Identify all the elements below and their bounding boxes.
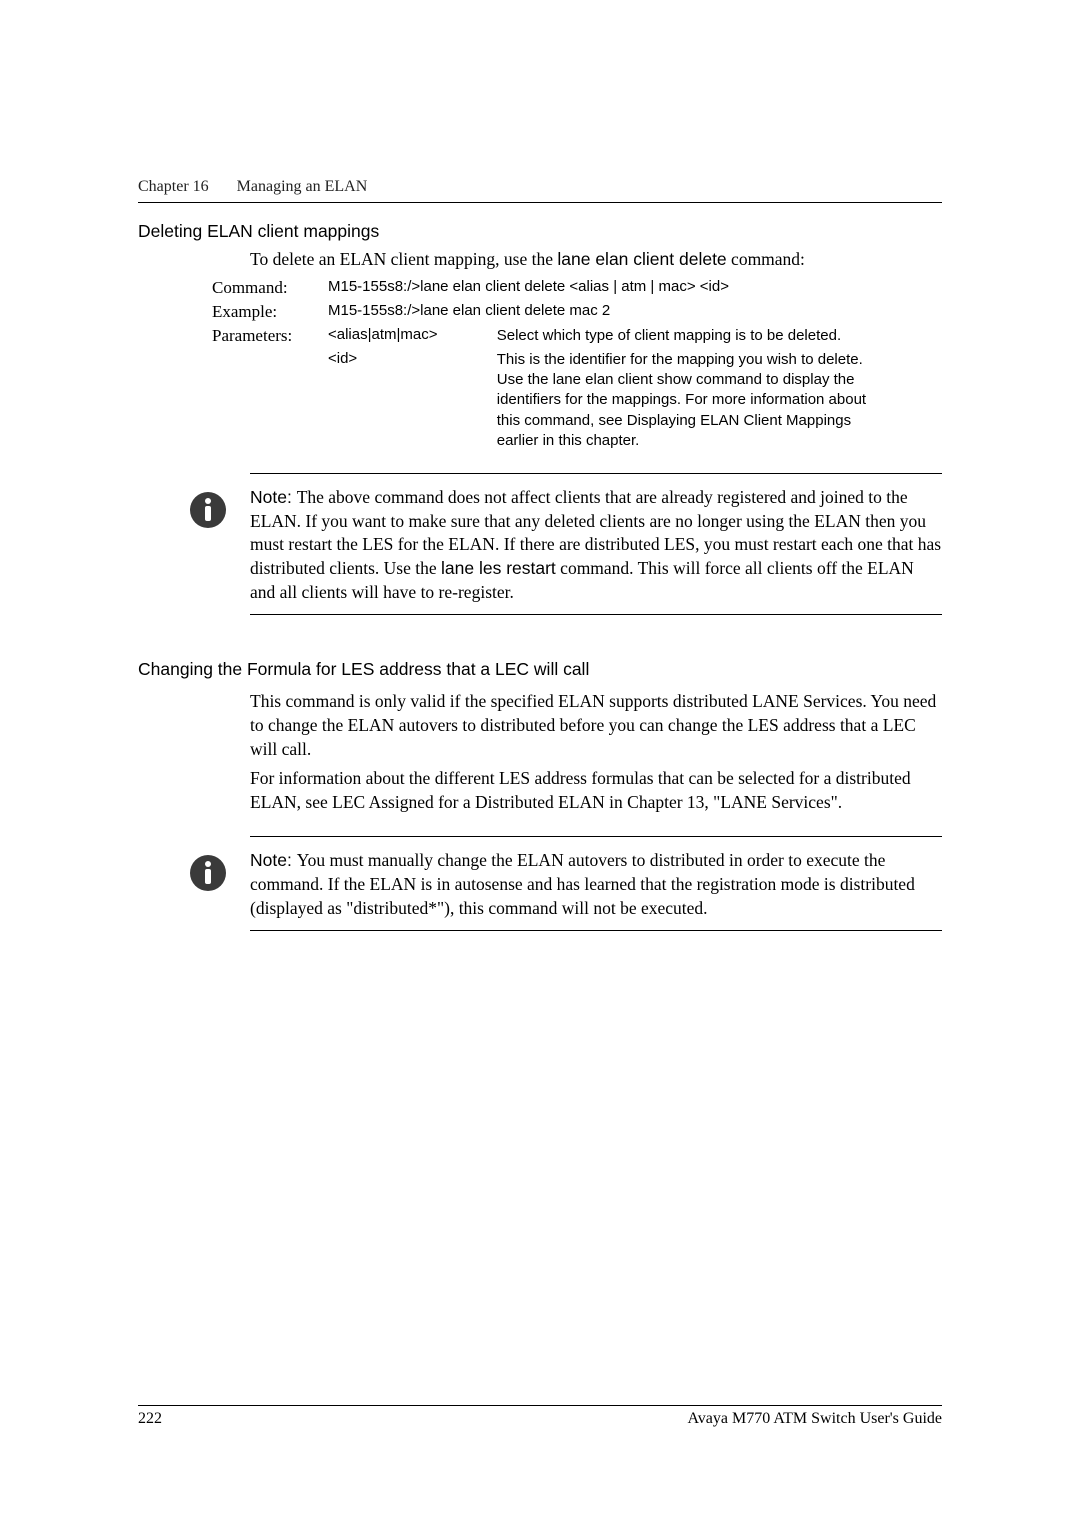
note2-rule-bottom <box>250 930 942 931</box>
label-example: Example: <box>212 302 324 322</box>
command-row: Command: M15-155s8:/>lane elan client de… <box>212 278 942 298</box>
note1-cmd: lane les restart <box>441 558 556 578</box>
param-body-2: <id> This is the identifier for the mapp… <box>328 350 888 451</box>
section-b-p1: This command is only valid if the specif… <box>250 690 942 761</box>
doc-title: Avaya M770 ATM Switch User's Guide <box>687 1410 942 1428</box>
param2-left: <id> <box>328 350 493 367</box>
param1-left: <alias|atm|mac> <box>328 326 493 343</box>
parameters-row-2: <id> This is the identifier for the mapp… <box>212 350 942 451</box>
footer-rule <box>138 1405 942 1406</box>
chapter-number: Chapter 16 <box>138 178 209 195</box>
note2-rule-top <box>250 836 942 837</box>
param2-desc-2a: Use the <box>497 371 553 388</box>
info-icon <box>188 853 228 893</box>
label-parameters-blank <box>212 350 324 370</box>
note2-row: Note: You must manually change the ELAN … <box>188 849 942 920</box>
note1-rule-top <box>250 473 942 474</box>
param2-cmd: lane elan client show <box>553 371 692 388</box>
intro-text-2: command: <box>727 249 805 269</box>
intro-block: To delete an ELAN client mapping, use th… <box>250 248 942 272</box>
example-value: M15-155s8:/>lane elan client delete mac … <box>328 302 888 319</box>
section-b-p2: For information about the different LES … <box>250 767 942 814</box>
note2-label: Note: <box>250 850 297 870</box>
header-rule <box>138 202 942 203</box>
running-header: Chapter 16 Managing an ELAN <box>138 178 942 196</box>
note1-text: Note: The above command does not affect … <box>250 486 942 604</box>
param1-right: Select which type of client mapping is t… <box>497 326 885 346</box>
note2-body: You must manually change the ELAN autove… <box>250 850 915 917</box>
intro-command: lane elan client delete <box>557 249 726 269</box>
label-command: Command: <box>212 278 324 298</box>
info-icon <box>188 490 228 530</box>
example-row: Example: M15-155s8:/>lane elan client de… <box>212 302 942 322</box>
param2-desc-1: This is the identifier for the mapping y… <box>497 351 863 368</box>
note2-text: Note: You must manually change the ELAN … <box>250 849 942 920</box>
section-heading-changing: Changing the Formula for LES address tha… <box>138 659 942 680</box>
note1-rule-bottom <box>250 614 942 615</box>
section-heading-deleting: Deleting ELAN client mappings <box>138 221 942 242</box>
chapter-title: Managing an ELAN <box>237 178 368 195</box>
page-body: Chapter 16 Managing an ELAN Deleting ELA… <box>0 0 1080 931</box>
parameters-row-1: Parameters: <alias|atm|mac> Select which… <box>212 326 942 346</box>
label-parameters: Parameters: <box>212 326 324 346</box>
param-body-1: <alias|atm|mac> Select which type of cli… <box>328 326 888 346</box>
note1-row: Note: The above command does not affect … <box>188 486 942 604</box>
command-value: M15-155s8:/>lane elan client delete <ali… <box>328 278 888 295</box>
page-footer: 222 Avaya M770 ATM Switch User's Guide <box>138 1405 942 1428</box>
command-table: Command: M15-155s8:/>lane elan client de… <box>212 278 942 452</box>
intro-text-1: To delete an ELAN client mapping, use th… <box>250 249 557 269</box>
page-number: 222 <box>138 1410 162 1428</box>
param2-right: This is the identifier for the mapping y… <box>497 350 885 451</box>
note1-label: Note: <box>250 487 297 507</box>
section-b-body: This command is only valid if the specif… <box>250 690 942 814</box>
intro-paragraph: To delete an ELAN client mapping, use th… <box>250 248 942 272</box>
